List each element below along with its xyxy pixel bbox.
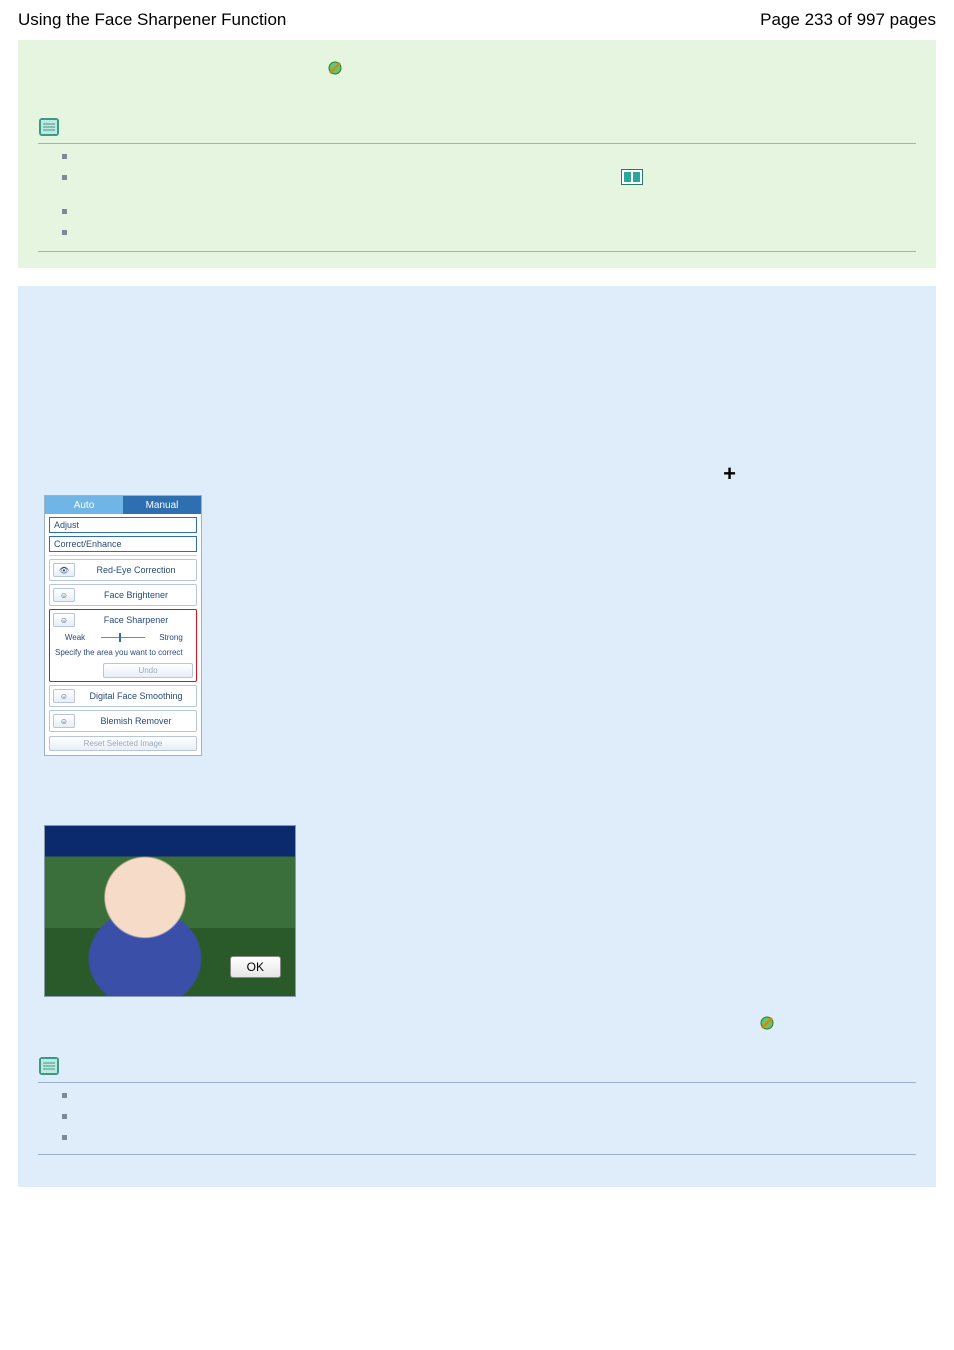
blemish-remover-icon: ☺ (53, 714, 75, 728)
face-smoothing-icon: ☺ (53, 689, 75, 703)
correct-enhance-panel: Auto Manual Adjust Correct/Enhance 👁Red-… (44, 495, 202, 756)
brightener-row[interactable]: ☺Face Brightener (49, 584, 197, 606)
page-number: Page 233 of 997 pages (760, 10, 936, 30)
note-label: Note (66, 1059, 93, 1074)
adjust-option[interactable]: Adjust (49, 517, 197, 533)
intro-block: You can also display the Correct/Enhance… (18, 40, 936, 268)
face-sharpener-icon: ☺ (53, 613, 75, 627)
redeye-icon: 👁 (53, 563, 75, 577)
page-title: Using the Face Sharpener Function (18, 10, 286, 30)
undo-button[interactable]: Undo (103, 663, 193, 678)
sharpener-row[interactable]: ☺Face Sharpener Weak Strong Specify the … (49, 609, 197, 682)
step-3: Click Manual, then click Correct/Enhance… (38, 359, 279, 374)
note-label: Note (66, 120, 93, 135)
bullet-icon (62, 1093, 67, 1098)
bullet-icon (62, 230, 67, 235)
step-2: Select the image you want to correct fro… (38, 307, 612, 322)
tab-manual[interactable]: Manual (123, 496, 201, 514)
smoothing-row[interactable]: ☺Digital Face Smoothing (49, 685, 197, 707)
redeye-row[interactable]: 👁Red-Eye Correction (49, 559, 197, 581)
cross-cursor-icon: + (723, 461, 736, 487)
note-icon (38, 117, 60, 137)
tab-auto[interactable]: Auto (45, 496, 123, 514)
face-brightener-icon: ☺ (53, 588, 75, 602)
strength-slider[interactable]: Weak Strong (53, 631, 193, 644)
note-icon (38, 1056, 60, 1076)
bullet-icon (62, 209, 67, 214)
steps-block: Select the image you want to correct fro… (18, 286, 936, 1187)
blemish-row[interactable]: ☺Blemish Remover (49, 710, 197, 732)
step-4: Click Face Sharpener. (38, 411, 166, 426)
ok-button[interactable]: OK (230, 956, 281, 978)
compare-icon (621, 169, 643, 185)
correct-enhance-icon (326, 59, 344, 77)
reset-button[interactable]: Reset Selected Image (49, 736, 197, 751)
bullet-icon (62, 1135, 67, 1140)
bullet-icon (62, 154, 67, 159)
preview-image[interactable]: OK (44, 825, 296, 997)
correct-enhance-option[interactable]: Correct/Enhance (49, 536, 197, 552)
bullet-icon (62, 1114, 67, 1119)
bullet-icon (62, 175, 67, 180)
step-5: Drag to select the area you want to corr… (38, 789, 536, 804)
correct-enhance-mark-icon (758, 1014, 776, 1032)
